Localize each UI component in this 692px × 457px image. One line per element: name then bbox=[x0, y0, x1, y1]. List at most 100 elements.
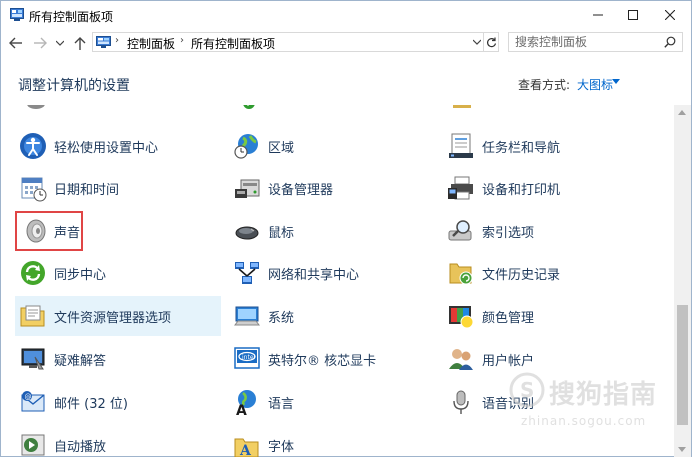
item-devices-printers[interactable]: 设备和打印机 bbox=[443, 168, 649, 208]
search-icon[interactable] bbox=[664, 36, 676, 48]
navigation-bar: › 控制面板 › 所有控制面板项 bbox=[1, 29, 691, 57]
item-label: 文件历史记录 bbox=[482, 267, 561, 283]
svg-text:@: @ bbox=[25, 393, 32, 401]
page-title: 调整计算机的设置 bbox=[18, 78, 130, 94]
item-label: 语言 bbox=[268, 396, 295, 412]
forward-button[interactable] bbox=[31, 34, 49, 52]
scrollbar-thumb[interactable] bbox=[677, 305, 688, 425]
minimize-button[interactable] bbox=[581, 1, 615, 29]
font-icon: A bbox=[232, 430, 262, 457]
title-bar: 所有控制面板项 bbox=[1, 1, 691, 29]
item-system[interactable]: 系统 bbox=[229, 296, 435, 336]
folder-options-icon bbox=[18, 301, 48, 331]
maximize-icon bbox=[628, 10, 638, 20]
item-label: 英特尔® 核芯显卡 bbox=[268, 353, 377, 369]
item-label: 同步中心 bbox=[54, 267, 107, 283]
item-label: 自动播放 bbox=[54, 439, 107, 455]
item-device-manager[interactable]: 设备管理器 bbox=[229, 168, 435, 208]
maximize-button[interactable] bbox=[616, 1, 650, 29]
item-label: 设备和打印机 bbox=[482, 182, 561, 198]
vertical-scrollbar[interactable] bbox=[674, 105, 691, 457]
close-button[interactable] bbox=[653, 1, 687, 29]
item-label: 日期和时间 bbox=[54, 182, 120, 198]
item-fonts[interactable]: A 字体 bbox=[229, 425, 435, 457]
item-label: 区域 bbox=[268, 140, 295, 156]
color-management-icon bbox=[446, 301, 476, 331]
device-manager-icon bbox=[232, 173, 262, 203]
item-indexing-options[interactable]: 索引选项 bbox=[443, 211, 649, 251]
up-button[interactable] bbox=[71, 34, 89, 52]
item-color-management[interactable]: 颜色管理 bbox=[443, 296, 649, 336]
item-taskbar-navigation[interactable]: 任务栏和导航 bbox=[443, 126, 649, 166]
item-file-explorer-options[interactable]: 文件资源管理器选项 bbox=[15, 296, 221, 336]
item-label: 索引选项 bbox=[482, 225, 535, 241]
item-sync-center[interactable]: 同步中心 bbox=[15, 253, 221, 293]
file-history-icon bbox=[446, 258, 476, 288]
view-by-dropdown[interactable]: 大图标 bbox=[577, 76, 613, 93]
svg-text:intel: intel bbox=[242, 354, 256, 361]
mail-icon: @ bbox=[18, 387, 48, 417]
chevron-down-icon bbox=[473, 39, 481, 45]
item-label: 系统 bbox=[268, 310, 295, 326]
item-file-history[interactable]: 文件历史记录 bbox=[443, 253, 649, 293]
breadcrumb-separator-icon[interactable]: › bbox=[115, 35, 119, 46]
item-sound[interactable]: 声音 bbox=[15, 211, 83, 251]
content-header: 调整计算机的设置 查看方式: 大图标 bbox=[1, 59, 691, 105]
breadcrumb-all-items[interactable]: 所有控制面板项 bbox=[191, 35, 275, 52]
item-label: 网络和共享中心 bbox=[268, 267, 360, 283]
intel-graphics-icon: intel bbox=[232, 344, 262, 374]
partial-item-icon bbox=[451, 105, 473, 111]
item-troubleshooting[interactable]: 疑难解答 bbox=[15, 339, 221, 379]
speaker-icon bbox=[20, 216, 50, 246]
item-label: 鼠标 bbox=[268, 225, 295, 241]
window-title: 所有控制面板项 bbox=[29, 10, 114, 24]
partial-item-icon bbox=[237, 105, 259, 113]
refresh-icon bbox=[487, 37, 497, 47]
item-label: 邮件 (32 位) bbox=[54, 396, 128, 412]
item-date-time[interactable]: 日期和时间 bbox=[15, 168, 221, 208]
mouse-icon bbox=[232, 216, 262, 246]
control-panel-items: 轻松使用设置中心 区域 任务栏和导航 日期和时间 设备管理器 设备和打印机 声音… bbox=[1, 105, 673, 457]
language-icon: A bbox=[232, 387, 262, 417]
indexing-icon bbox=[446, 216, 476, 246]
taskbar-icon bbox=[446, 131, 476, 161]
item-ease-of-access[interactable]: 轻松使用设置中心 bbox=[15, 126, 221, 166]
item-label: 任务栏和导航 bbox=[482, 140, 561, 156]
item-intel-graphics[interactable]: intel 英特尔® 核芯显卡 bbox=[229, 339, 435, 379]
item-mouse[interactable]: 鼠标 bbox=[229, 211, 435, 251]
item-autoplay[interactable]: 自动播放 bbox=[15, 425, 221, 457]
arrow-up-icon bbox=[74, 37, 86, 50]
search-box[interactable] bbox=[508, 32, 683, 52]
recent-locations-button[interactable] bbox=[54, 34, 66, 52]
item-speech-recognition[interactable]: 语音识别 bbox=[443, 382, 649, 422]
region-globe-icon bbox=[232, 131, 262, 161]
view-by-label: 查看方式: bbox=[518, 78, 571, 92]
item-network-sharing[interactable]: 网络和共享中心 bbox=[229, 253, 435, 293]
item-language[interactable]: A 语言 bbox=[229, 382, 435, 422]
item-label: 字体 bbox=[268, 439, 295, 455]
breadcrumb-control-panel[interactable]: 控制面板 bbox=[127, 35, 175, 52]
item-label: 用户帐户 bbox=[482, 353, 535, 369]
calendar-clock-icon bbox=[18, 173, 48, 203]
item-region[interactable]: 区域 bbox=[229, 126, 435, 166]
item-mail[interactable]: @ 邮件 (32 位) bbox=[15, 382, 221, 422]
partial-item-icon bbox=[25, 105, 47, 111]
control-panel-window: 所有控制面板项 › 控制面板 › 所有控制面板项 搜索控制面板 调整计算机的设置… bbox=[0, 0, 692, 457]
refresh-button[interactable] bbox=[483, 32, 499, 52]
control-panel-icon bbox=[10, 8, 24, 21]
chevron-down-icon bbox=[56, 40, 64, 46]
arrow-right-icon bbox=[34, 37, 47, 49]
address-bar[interactable]: › 控制面板 › 所有控制面板项 bbox=[92, 32, 499, 52]
scroll-up-arrow-icon[interactable] bbox=[678, 110, 686, 115]
sync-icon bbox=[18, 258, 48, 288]
address-dropdown-button[interactable] bbox=[470, 34, 484, 50]
caret-down-icon[interactable] bbox=[612, 79, 620, 84]
back-button[interactable] bbox=[7, 34, 25, 52]
autoplay-icon bbox=[18, 430, 48, 457]
ease-of-access-icon bbox=[18, 131, 48, 161]
item-user-accounts[interactable]: 用户帐户 bbox=[443, 339, 649, 379]
search-input[interactable] bbox=[515, 34, 655, 50]
scroll-down-arrow-icon[interactable] bbox=[678, 447, 686, 452]
printer-icon bbox=[446, 173, 476, 203]
breadcrumb-separator-icon[interactable]: › bbox=[180, 35, 184, 46]
